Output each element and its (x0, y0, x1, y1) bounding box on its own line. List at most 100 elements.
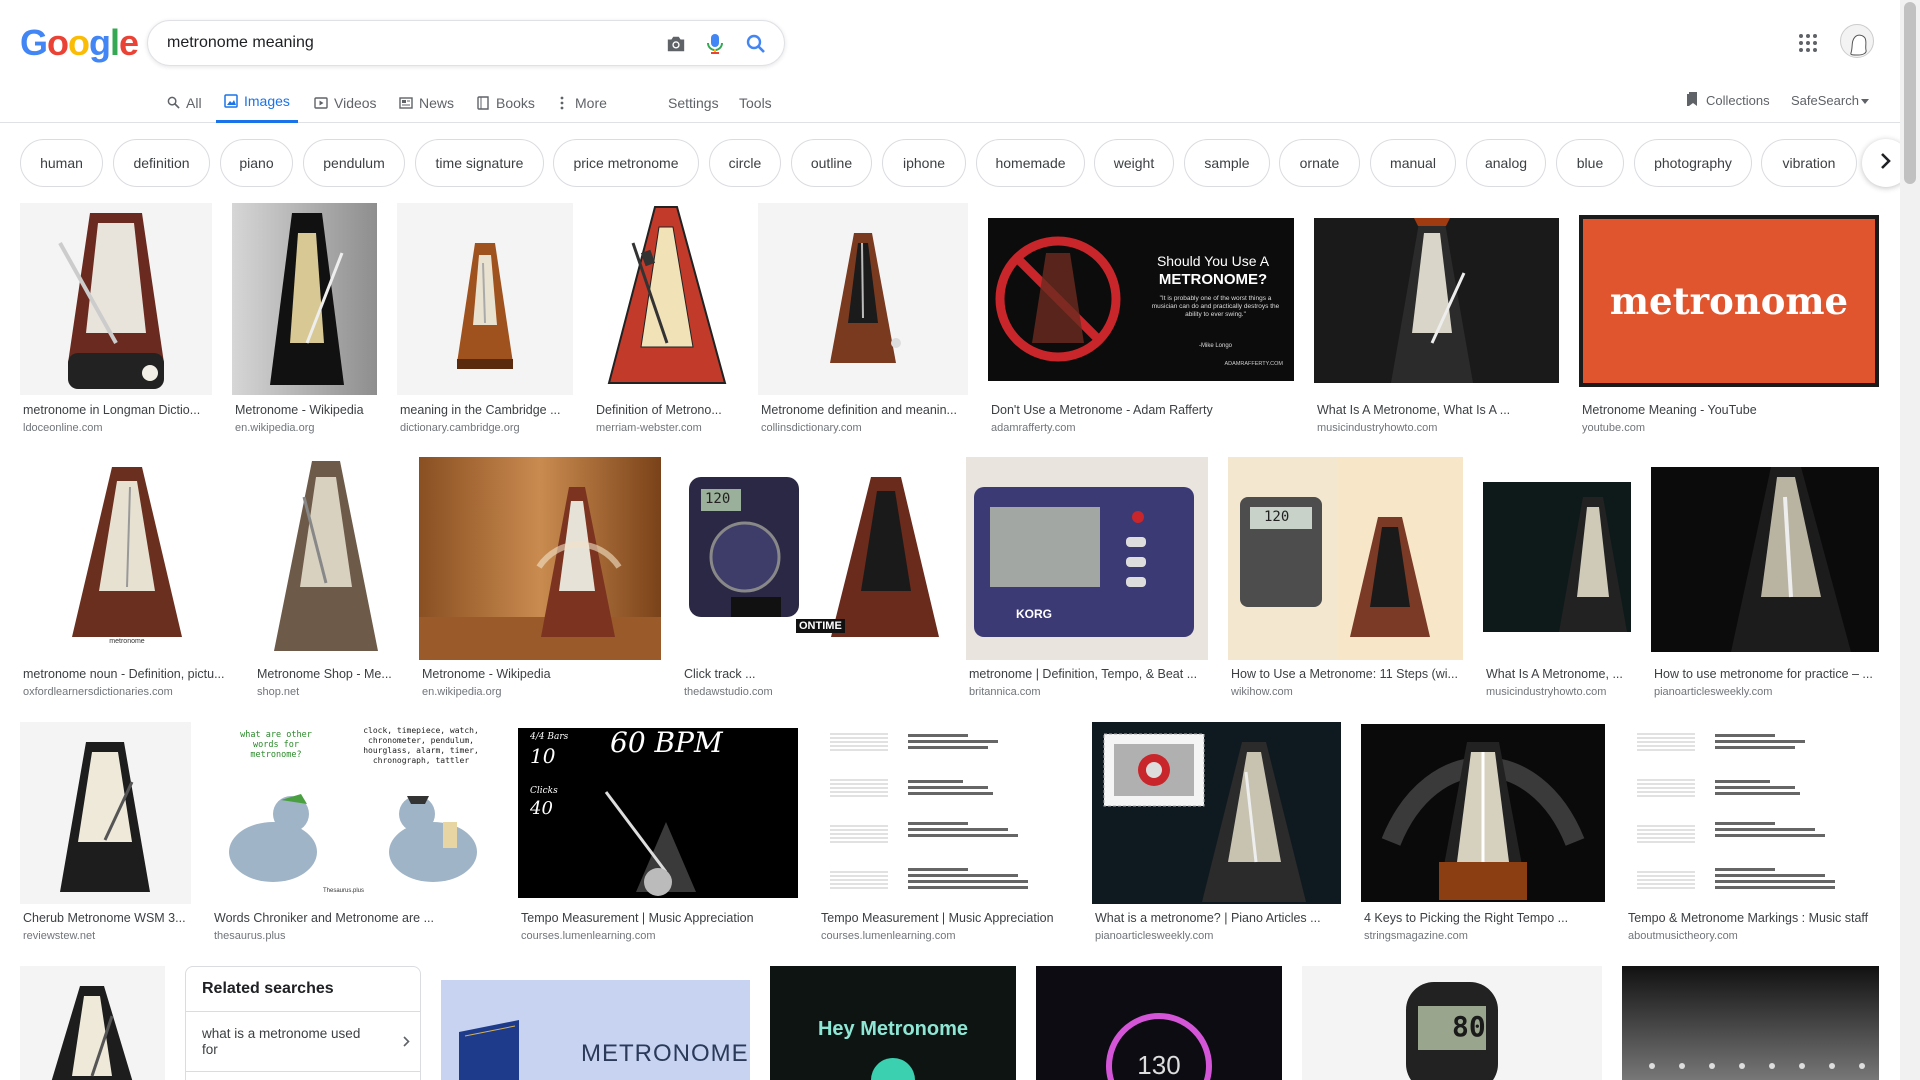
result-title[interactable]: What Is A Metronome, ... (1486, 667, 1628, 681)
image-result[interactable]: KORG metronome | Definition, Tempo, & Be… (966, 457, 1208, 707)
image-result[interactable]: 130 (1036, 966, 1282, 1080)
image-result[interactable]: 4 Keys to Picking the Right Tempo ... st… (1361, 722, 1605, 952)
result-title[interactable]: meaning in the Cambridge ... (400, 403, 570, 417)
related-search-item[interactable]: what is a metronome used for (186, 1011, 420, 1071)
result-title[interactable]: Cherub Metronome WSM 3... (23, 911, 188, 925)
result-title[interactable]: Words Chroniker and Metronome are ... (214, 911, 495, 925)
search-input[interactable] (167, 31, 637, 55)
scrollbar-thumb[interactable] (1904, 2, 1916, 184)
image-thumbnail[interactable] (20, 203, 212, 395)
image-thumbnail[interactable]: Hey Metronome (770, 966, 1016, 1080)
result-title[interactable]: Metronome Meaning - YouTube (1582, 403, 1876, 417)
microphone-icon[interactable] (703, 32, 727, 56)
chip[interactable]: pendulum (303, 139, 405, 187)
image-thumbnail[interactable]: 120 ONTIME (681, 457, 946, 660)
image-result[interactable]: Should You Use A METRONOME? "It is proba… (988, 203, 1294, 438)
image-thumbnail[interactable]: 60 BPM 4/4 Bars 10 Clicks 40 (518, 722, 798, 904)
result-title[interactable]: How to Use a Metronome: 11 Steps (wi... (1231, 667, 1460, 681)
tab-videos[interactable]: Videos (314, 82, 377, 123)
result-title[interactable]: Metronome - Wikipedia (422, 667, 658, 681)
result-title[interactable]: Tempo & Metronome Markings : Music staff (1628, 911, 1876, 925)
result-title[interactable]: Metronome definition and meanin... (761, 403, 965, 417)
image-result[interactable]: Metronome - Wikipedia en.wikipedia.org (419, 457, 661, 707)
result-title[interactable]: Click track ... (684, 667, 943, 681)
image-thumbnail[interactable] (20, 966, 165, 1080)
chip[interactable]: ornate (1279, 139, 1360, 187)
image-thumbnail[interactable]: 80 (1302, 966, 1602, 1080)
image-result[interactable]: What is a metronome? | Piano Articles ..… (1092, 722, 1341, 952)
chip[interactable]: sample (1184, 139, 1270, 187)
result-title[interactable]: Don't Use a Metronome - Adam Rafferty (991, 403, 1291, 417)
tab-settings[interactable]: Settings (668, 82, 719, 123)
image-thumbnail[interactable] (1092, 722, 1341, 904)
apps-grid-icon[interactable] (1796, 31, 1820, 55)
image-thumbnail[interactable] (593, 203, 738, 395)
image-thumbnail[interactable] (1622, 966, 1879, 1080)
image-result[interactable] (20, 966, 165, 1080)
image-result[interactable]: What Is A Metronome, What Is A ... music… (1314, 203, 1559, 438)
image-result[interactable]: 120 ONTIME Click track ... thedawstudio.… (681, 457, 946, 707)
image-thumbnail[interactable] (758, 203, 968, 395)
chip[interactable]: blue (1556, 139, 1624, 187)
chip[interactable]: price metronome (553, 139, 699, 187)
result-title[interactable]: Tempo Measurement | Music Appreciation (521, 911, 795, 925)
image-result[interactable]: 60 BPM 4/4 Bars 10 Clicks 40 Tempo Measu… (518, 722, 798, 952)
image-result[interactable]: metronome in Longman Dictio... ldoceonli… (20, 203, 212, 438)
image-result[interactable]: Tempo & Metronome Markings : Music staff… (1625, 722, 1879, 952)
chip[interactable]: piano (220, 139, 293, 187)
image-thumbnail[interactable]: 120 (1228, 457, 1463, 660)
chip[interactable]: human (20, 139, 103, 187)
image-thumbnail[interactable] (1651, 457, 1879, 660)
image-thumbnail[interactable]: METRONOME (441, 980, 750, 1080)
chip[interactable]: homemade (976, 139, 1085, 187)
google-logo[interactable]: Google (20, 22, 139, 64)
chip[interactable]: analog (1466, 139, 1546, 187)
camera-icon[interactable] (664, 32, 688, 56)
page-scrollbar[interactable] (1900, 0, 1920, 1080)
image-thumbnail[interactable] (20, 722, 191, 904)
image-thumbnail[interactable] (232, 203, 377, 395)
image-result[interactable]: Tempo Measurement | Music Appreciation c… (818, 722, 1072, 952)
image-thumbnail[interactable]: Should You Use A METRONOME? "It is proba… (988, 203, 1294, 395)
image-result[interactable]: METRONOME (441, 980, 750, 1080)
image-result[interactable]: metronome Metronome Meaning - YouTube yo… (1579, 203, 1879, 438)
image-result[interactable]: How to use metronome for practice – ... … (1651, 457, 1879, 707)
collections-button[interactable]: Collections (1686, 82, 1770, 118)
search-icon[interactable] (744, 32, 768, 56)
chip[interactable]: photography (1634, 139, 1752, 187)
image-thumbnail[interactable] (1625, 722, 1879, 904)
image-thumbnail[interactable]: 130 (1036, 966, 1282, 1080)
image-thumbnail[interactable] (818, 722, 1072, 904)
result-title[interactable]: metronome in Longman Dictio... (23, 403, 209, 417)
image-result[interactable]: Hey Metronome (770, 966, 1016, 1080)
image-thumbnail[interactable] (1314, 203, 1559, 395)
image-result[interactable]: metronome metronome noun - Definition, p… (20, 457, 234, 707)
image-result[interactable]: Metronome - Wikipedia en.wikipedia.org (232, 203, 377, 438)
image-result[interactable]: 120 How to Use a Metronome: 11 Steps (wi… (1228, 457, 1463, 707)
image-thumbnail[interactable]: what are other words for metronome? cloc… (211, 722, 498, 904)
chip[interactable]: weight (1094, 139, 1174, 187)
image-thumbnail[interactable]: KORG (966, 457, 1208, 660)
image-thumbnail[interactable] (397, 203, 573, 395)
tab-news[interactable]: News (399, 82, 454, 123)
result-title[interactable]: metronome | Definition, Tempo, & Beat ..… (969, 667, 1205, 681)
tab-images[interactable]: Images (216, 82, 298, 123)
result-title[interactable]: Tempo Measurement | Music Appreciation (821, 911, 1069, 925)
tab-all[interactable]: All (166, 82, 202, 123)
avatar[interactable] (1840, 24, 1874, 58)
chip[interactable]: manual (1370, 139, 1456, 187)
image-result[interactable]: Metronome Shop - Me... shop.net (254, 457, 399, 707)
tab-more[interactable]: More (555, 82, 607, 123)
image-result[interactable]: meaning in the Cambridge ... dictionary.… (397, 203, 573, 438)
related-search-item[interactable] (186, 1071, 420, 1080)
image-result[interactable]: what are other words for metronome? cloc… (211, 722, 498, 952)
result-title[interactable]: metronome noun - Definition, pictu... (23, 667, 231, 681)
chip[interactable]: outline (791, 139, 872, 187)
image-result[interactable]: Definition of Metrono... merriam-webster… (593, 203, 738, 438)
result-title[interactable]: Metronome - Wikipedia (235, 403, 375, 417)
safesearch-button[interactable]: SafeSearch (1791, 82, 1869, 118)
chip[interactable]: circle (709, 139, 781, 187)
result-title[interactable]: Metronome Shop - Me... (257, 667, 397, 681)
image-thumbnail[interactable] (1483, 457, 1631, 660)
image-result[interactable]: Metronome definition and meanin... colli… (758, 203, 968, 438)
